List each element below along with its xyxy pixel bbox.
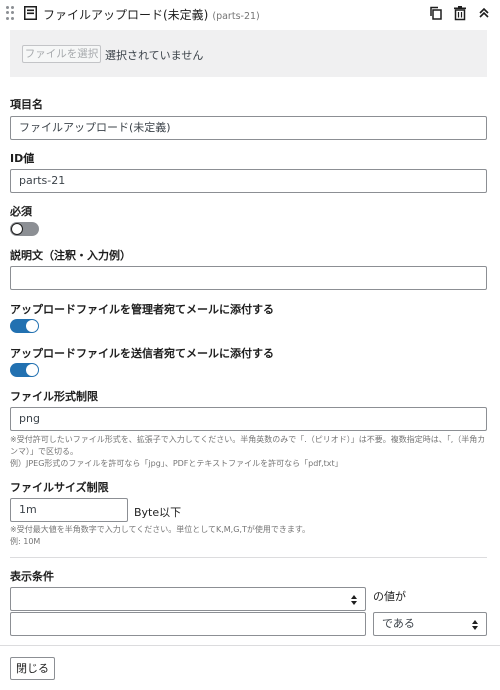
file-format-note-3: 例）JPEG形式のファイルを許可なら「jpg」、PDFとテキストファイルを許可な…	[10, 459, 343, 468]
required-label: 必須	[10, 205, 32, 218]
file-size-unit: Byte以下	[134, 506, 182, 519]
file-size-label: ファイルサイズ制限	[10, 481, 109, 494]
attach-sender-label: アップロードファイルを送信者宛てメールに添付する	[10, 347, 274, 360]
item-name-label: 項目名	[10, 98, 43, 111]
condition-suffix: の値が	[373, 590, 406, 603]
form-block-icon	[24, 6, 37, 20]
condition-operator-select[interactable]: である	[373, 612, 487, 636]
choose-file-button[interactable]: ファイルを選択	[22, 45, 101, 63]
attach-admin-label: アップロードファイルを管理者宛てメールに添付する	[10, 303, 274, 316]
file-size-input[interactable]: 1m	[10, 498, 128, 522]
description-label: 説明文（注釈・入力例）	[10, 249, 131, 262]
file-size-note-1: ※受付最大値を半角数字で入力してください。単位としてK,M,G,Tが使用できます…	[10, 525, 311, 534]
toggle-knob	[26, 364, 38, 376]
section-divider	[10, 557, 487, 558]
toggle-knob	[11, 223, 23, 235]
file-size-note-2: 例: 10M	[10, 537, 41, 546]
id-label: ID値	[10, 152, 35, 165]
file-status-text: 選択されていません	[105, 49, 204, 62]
toggle-knob	[26, 320, 38, 332]
trash-icon[interactable]	[452, 5, 468, 21]
file-format-note-2: ンマ）」で区切る。	[10, 447, 78, 456]
display-condition-label: 表示条件	[10, 570, 54, 583]
attach-admin-toggle[interactable]	[10, 319, 39, 333]
file-format-input[interactable]: png	[10, 407, 487, 431]
footer-divider	[0, 645, 500, 646]
duplicate-icon[interactable]	[428, 5, 444, 21]
select-arrows-icon	[351, 595, 357, 605]
file-format-label: ファイル形式制限	[10, 390, 98, 403]
block-title-text: ファイルアップロード(未定義)	[43, 8, 209, 22]
condition-field-select[interactable]	[10, 587, 366, 611]
file-upload-preview: ファイルを選択 選択されていません	[10, 30, 487, 77]
block-id-badge: (parts-21)	[212, 11, 260, 22]
condition-operator-value: である	[382, 617, 415, 630]
condition-value-input[interactable]	[10, 612, 366, 636]
close-button[interactable]: 閉じる	[10, 657, 55, 680]
description-input[interactable]	[10, 266, 487, 290]
attach-sender-toggle[interactable]	[10, 363, 39, 377]
chevron-up-icon[interactable]	[476, 5, 492, 21]
id-input[interactable]: parts-21	[10, 169, 487, 193]
drag-handle-icon[interactable]	[6, 6, 14, 20]
file-format-note-1: ※受付許可したいファイル形式を、拡張子で入力してください。半角英数のみで「.（ピ…	[10, 435, 486, 444]
select-arrows-icon	[472, 620, 478, 630]
required-toggle[interactable]	[10, 222, 39, 236]
block-title: ファイルアップロード(未定義) (parts-21)	[43, 6, 260, 23]
item-name-input[interactable]: ファイルアップロード(未定義)	[10, 116, 487, 140]
block-header: ファイルアップロード(未定義) (parts-21)	[0, 0, 500, 26]
